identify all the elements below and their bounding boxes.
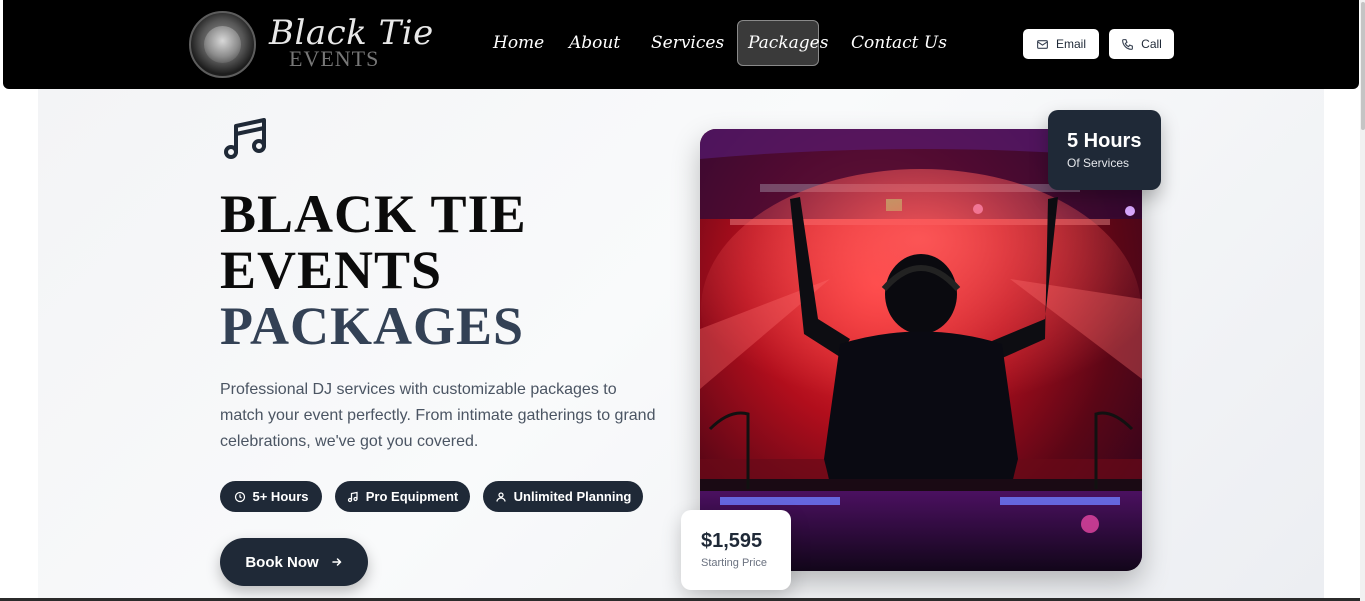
hero-description: Professional DJ services with customizab… xyxy=(220,381,656,450)
dj-silhouette-illustration xyxy=(700,129,1142,571)
nav-link-contact[interactable]: Contact Us xyxy=(851,30,947,56)
email-button[interactable]: Email xyxy=(1023,29,1099,59)
call-button[interactable]: Call xyxy=(1109,29,1174,59)
nav-link-packages[interactable]: Packages xyxy=(737,20,828,66)
nav-link-about[interactable]: About xyxy=(569,30,620,56)
arrow-right-icon xyxy=(331,558,342,566)
nav-link-services[interactable]: Services xyxy=(651,30,724,56)
mail-icon xyxy=(1037,39,1048,49)
phone-icon xyxy=(1122,38,1134,50)
page: Black Tie EVENTS Home About Services Pac… xyxy=(0,0,1365,601)
music-note-icon xyxy=(347,491,358,502)
hours-stat-caption: Of Services xyxy=(1067,156,1130,170)
feature-pill-label: 5+ Hours xyxy=(252,489,309,504)
feature-pill-label: Pro Equipment xyxy=(365,489,459,504)
price-caption: Starting Price xyxy=(701,557,768,569)
book-now-button[interactable]: Book Now xyxy=(220,538,368,586)
title-line-2: EVENTS xyxy=(220,240,443,300)
price-card: $1,595 Starting Price xyxy=(681,510,791,590)
email-button-label: Email xyxy=(1055,37,1086,51)
page-title: BLACK TIE EVENTS PACKAGES xyxy=(220,186,527,354)
call-button-label: Call xyxy=(1141,37,1162,51)
price-value: $1,595 xyxy=(701,530,763,552)
users-icon xyxy=(496,491,506,502)
hours-stat-value: 5 Hours xyxy=(1067,130,1142,152)
feature-pill-equipment: Pro Equipment xyxy=(335,481,470,512)
logo-events-text: EVENTS xyxy=(289,46,380,71)
logo-badge-icon[interactable] xyxy=(189,11,256,78)
feature-pill-planning: Unlimited Planning xyxy=(483,481,643,512)
top-navbar: Black Tie EVENTS Home About Services Pac… xyxy=(3,0,1359,89)
clock-icon xyxy=(234,491,245,502)
hours-stat-card: 5 Hours Of Services xyxy=(1048,110,1161,190)
title-line-3: PACKAGES xyxy=(220,296,525,356)
book-now-label: Book Now xyxy=(245,553,319,571)
dj-hero-image xyxy=(700,129,1142,571)
feature-pill-hours: 5+ Hours xyxy=(220,481,322,512)
feature-pill-label: Unlimited Planning xyxy=(513,489,632,504)
music-notes-icon xyxy=(224,118,266,159)
vertical-scrollbar-thumb[interactable] xyxy=(1361,2,1365,130)
nav-link-home[interactable]: Home xyxy=(493,30,544,56)
title-line-1: BLACK TIE xyxy=(220,184,527,244)
